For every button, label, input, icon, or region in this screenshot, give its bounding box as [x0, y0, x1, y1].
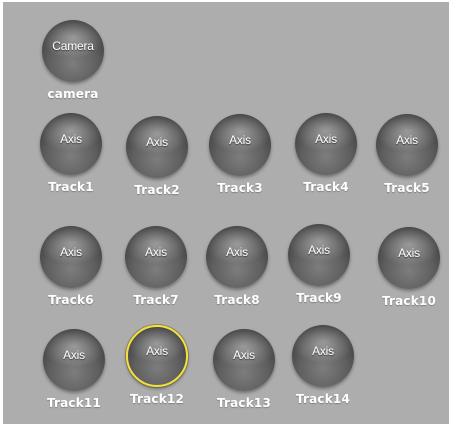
track-node-type-label: Axis — [226, 245, 248, 259]
track-node-sphere[interactable]: Axis — [288, 224, 350, 286]
track-node-type-label: Axis — [60, 245, 82, 259]
track-node-type-label: Axis — [315, 132, 337, 146]
track-node-name: Track3 — [217, 181, 263, 195]
track-node-type-label: Axis — [145, 245, 167, 259]
track-node-type-label: Axis — [308, 243, 330, 257]
track-node-name: Track14 — [295, 392, 351, 406]
node-track3[interactable]: Axis Track3 — [200, 114, 280, 210]
node-track2[interactable]: Axis Track2 — [117, 116, 197, 212]
track-node-name: Track4 — [303, 180, 349, 194]
track-node-type-label: Axis — [398, 246, 420, 260]
track-node-type-label: Axis — [146, 344, 168, 358]
track-node-sphere[interactable]: Axis — [378, 227, 440, 289]
node-track14[interactable]: Axis Track14 — [283, 325, 363, 421]
node-track10[interactable]: Axis Track10 — [369, 227, 449, 323]
track-node-type-label: Axis — [146, 135, 168, 149]
track-node-sphere[interactable]: Axis — [209, 114, 271, 176]
track-node-type-label: Axis — [396, 133, 418, 147]
node-track9[interactable]: Axis Track9 — [279, 224, 359, 320]
track-node-type-label: Axis — [60, 132, 82, 146]
track-node-name: Track9 — [296, 291, 342, 305]
node-camera[interactable]: Camera camera — [33, 20, 113, 116]
track-node-name: Track7 — [133, 293, 179, 307]
track-node-type-label: Axis — [229, 133, 251, 147]
track-node-type-label: Axis — [63, 348, 85, 362]
track-node-name: Track10 — [381, 294, 437, 308]
track-node-name: Track12 — [129, 392, 185, 406]
node-track12[interactable]: Axis Track12 — [117, 325, 197, 421]
track-node-sphere[interactable]: Axis — [213, 329, 275, 391]
node-track4[interactable]: Axis Track4 — [286, 113, 366, 209]
track-node-sphere[interactable]: Axis — [40, 226, 102, 288]
track-node-sphere[interactable]: Axis — [40, 113, 102, 175]
track-node-name: Track8 — [214, 293, 260, 307]
track-node-sphere[interactable]: Axis — [292, 325, 354, 387]
node-track7[interactable]: Axis Track7 — [116, 226, 196, 322]
track-node-sphere[interactable]: Axis — [125, 226, 187, 288]
track-node-name: Track13 — [216, 396, 272, 410]
track-node-type-label: Axis — [233, 348, 255, 362]
camera-node-type-label: Camera — [52, 39, 94, 53]
node-track6[interactable]: Axis Track6 — [31, 226, 111, 322]
track-node-sphere[interactable]: Axis — [295, 113, 357, 175]
camera-node-name: camera — [47, 87, 99, 101]
node-track8[interactable]: Axis Track8 — [197, 226, 277, 322]
track-node-sphere[interactable]: Axis — [43, 329, 105, 391]
track-node-name: Track6 — [48, 293, 94, 307]
track-node-sphere-selected[interactable]: Axis — [126, 325, 188, 387]
track-node-name: Track2 — [134, 183, 180, 197]
track-node-name: Track1 — [48, 180, 94, 194]
track-node-sphere[interactable]: Axis — [206, 226, 268, 288]
node-canvas: Camera camera Axis Track1 Axis Track2 Ax… — [0, 0, 449, 424]
camera-node-sphere[interactable]: Camera — [42, 20, 104, 82]
track-node-sphere[interactable]: Axis — [126, 116, 188, 178]
track-node-name: Track11 — [46, 396, 102, 410]
node-track11[interactable]: Axis Track11 — [34, 329, 114, 424]
track-node-name: Track5 — [384, 181, 430, 195]
node-track13[interactable]: Axis Track13 — [204, 329, 284, 424]
track-node-sphere[interactable]: Axis — [376, 114, 438, 176]
node-track5[interactable]: Axis Track5 — [367, 114, 447, 210]
track-node-type-label: Axis — [312, 344, 334, 358]
node-track1[interactable]: Axis Track1 — [31, 113, 111, 209]
